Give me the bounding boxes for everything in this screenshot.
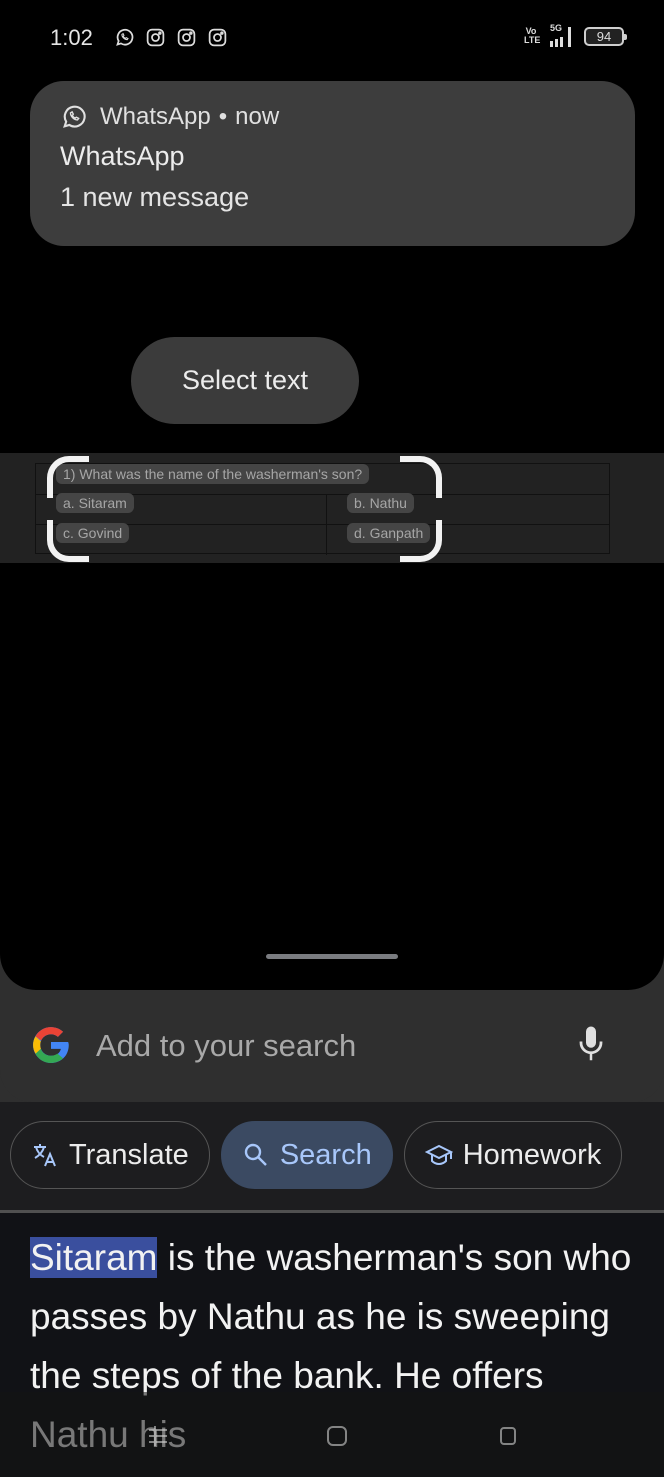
notification-title: WhatsApp [60,141,185,171]
drag-handle[interactable] [266,954,398,959]
translate-chip[interactable]: Translate [10,1121,210,1189]
status-bar: 1:02 Vo LTE 5G 94 [0,0,664,78]
whatsapp-notification[interactable]: WhatsApp • now WhatsApp 1 new message [30,81,635,246]
translate-icon [34,1144,56,1167]
google-g-logo [33,1027,69,1063]
notification-time: now [235,103,280,130]
system-status: Vo LTE 5G 94 [524,23,627,47]
homework-chip[interactable]: Homework [403,1121,623,1189]
whatsapp-icon [116,28,134,46]
notification-header: WhatsApp • now [60,103,605,131]
action-chips: Translate Search Homework [10,1121,623,1189]
battery-level: 94 [596,28,612,44]
status-time: 1:02 [50,25,93,50]
network-type: 5G [550,23,563,33]
search-chip-label: Search [279,1138,372,1171]
graduation-cap-icon [424,1144,453,1166]
mic-icon[interactable] [576,1024,606,1064]
homework-chip-label: Homework [462,1138,602,1171]
selection-handle-top-right[interactable] [400,456,442,498]
notification-app-name: WhatsApp [100,103,211,130]
instagram-icon [208,28,227,47]
search-input[interactable] [96,1024,536,1068]
translate-chip-label: Translate [69,1138,189,1171]
instagram-icon [177,28,196,47]
instagram-icon [146,28,165,47]
selection-handle-bottom-left[interactable] [47,520,89,562]
select-text-button[interactable]: Select text [131,337,359,424]
captured-image[interactable]: 1) What was the name of the washerman's … [0,453,664,563]
search-chip[interactable]: Search [220,1121,393,1189]
back-icon[interactable] [492,1421,522,1451]
battery-icon: 94 [584,26,627,46]
notification-body: 1 new message [60,182,250,212]
notification-icons [114,27,228,48]
recents-icon[interactable] [143,1421,173,1451]
image-preview-area [0,563,664,990]
selection-handle-top-left[interactable] [47,456,89,498]
home-icon[interactable] [322,1421,352,1451]
whatsapp-icon [63,105,86,128]
notification-separator: • [218,103,228,130]
signal-strength-icon: 5G [546,23,576,47]
selected-word[interactable]: Sitaram [30,1237,158,1278]
volte-indicator: Vo LTE [524,26,541,45]
question-text[interactable]: 1) What was the name of the washerman's … [56,464,370,484]
search-icon [244,1143,267,1166]
